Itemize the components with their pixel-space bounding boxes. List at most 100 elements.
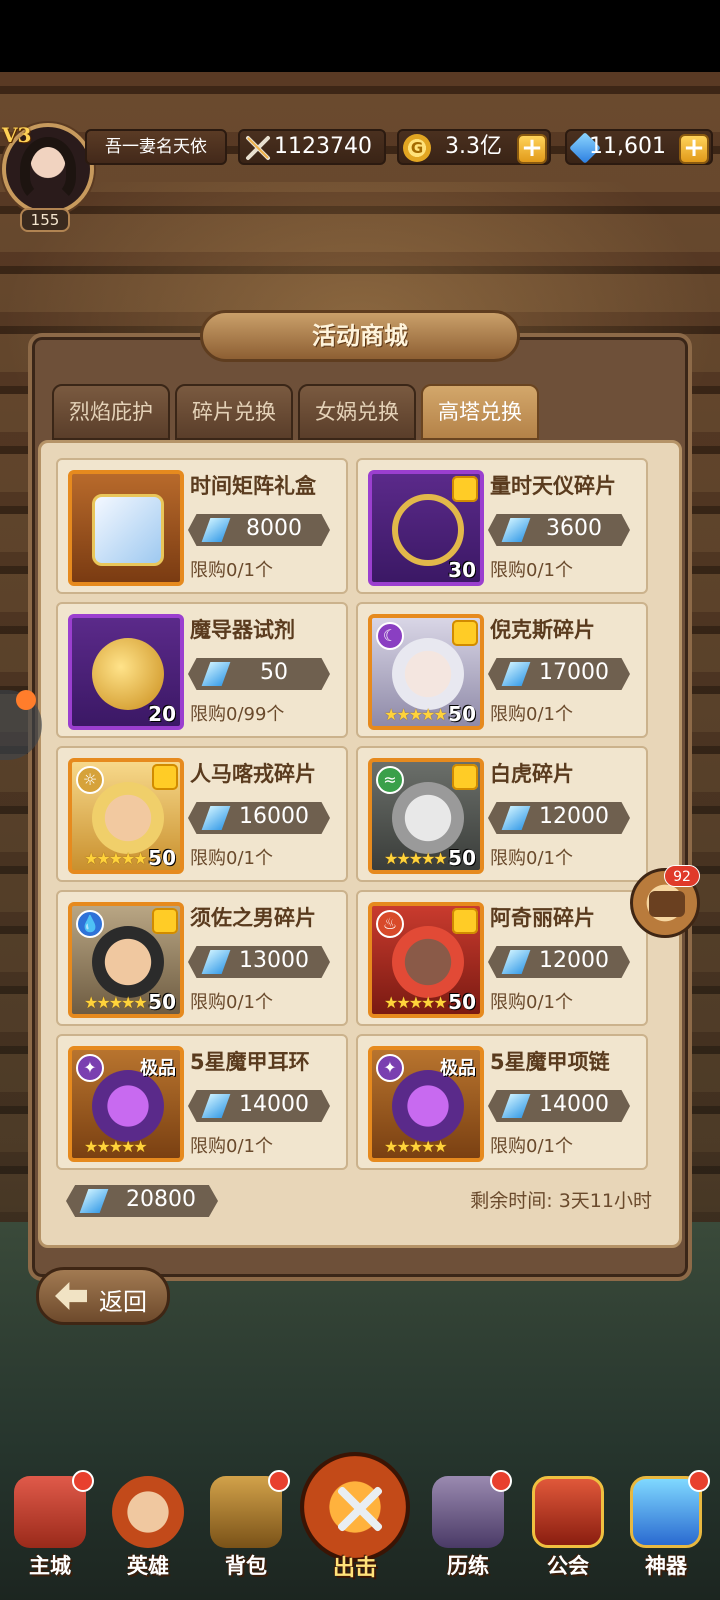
nav-artifact[interactable]: 神器 <box>620 1470 712 1588</box>
buy-price-button[interactable]: 14000 <box>488 1090 630 1122</box>
nav-label: 历练 <box>447 1554 489 1578</box>
sun-element-icon: ☼ <box>76 766 104 794</box>
chat-bubble-icon <box>649 891 685 917</box>
nav-label: 英雄 <box>127 1554 169 1578</box>
purchase-limit: 限购0/1个 <box>490 1136 573 1157</box>
list-item[interactable]: 时间矩阵礼盒 8000 限购0/1个 <box>56 458 348 594</box>
player-avatar-button[interactable]: V3 155 <box>0 123 98 232</box>
list-item[interactable]: 💧 ★★★★★ 50 须佐之男碎片 13000 限购0/1个 <box>56 890 348 1026</box>
fragment-icon <box>152 764 178 790</box>
list-item[interactable]: ☼ ★★★★★ 50 人马喀戎碎片 16000 限购0/1个 <box>56 746 348 882</box>
item-title: 5星魔甲项链 <box>490 1050 610 1074</box>
back-arrow-icon <box>55 1282 87 1310</box>
nav-attack-button[interactable]: 出击 <box>300 1452 410 1592</box>
item-quantity: 50 <box>148 846 176 870</box>
list-item[interactable]: ✦ 极品 ★★★★★ 5星魔甲耳环 14000 限购0/1个 <box>56 1034 348 1170</box>
notification-dot <box>72 1470 94 1492</box>
buy-price-button[interactable]: 12000 <box>488 802 630 834</box>
buy-price-button[interactable]: 12000 <box>488 946 630 978</box>
list-item[interactable]: 30 量时天仪碎片 3600 限购0/1个 <box>356 458 648 594</box>
fragment-icon <box>452 476 478 502</box>
add-gold-button[interactable]: + <box>517 134 547 164</box>
buy-price-button[interactable]: 13000 <box>188 946 330 978</box>
tab-nuwa-exchange[interactable]: 女娲兑换 <box>298 384 416 440</box>
item-thumbnail: ✦ 极品 ★★★★★ <box>368 1046 484 1162</box>
item-thumbnail: 20 <box>68 614 184 730</box>
item-thumbnail: 💧 ★★★★★ 50 <box>68 902 184 1018</box>
gold-coin-icon: G <box>403 134 431 162</box>
list-item[interactable]: 20 魔导器试剂 50 限购0/99个 <box>56 602 348 738</box>
currency-balance: 20800 <box>66 1185 218 1217</box>
list-item[interactable]: ✦ 极品 ★★★★★ 5星魔甲项链 14000 限购0/1个 <box>356 1034 648 1170</box>
tab-fragment-exchange[interactable]: 碎片兑换 <box>175 384 293 440</box>
item-title: 人马喀戎碎片 <box>190 762 316 786</box>
buy-price-button[interactable]: 14000 <box>188 1090 330 1122</box>
buy-price-button[interactable]: 17000 <box>488 658 630 690</box>
item-title: 须佐之男碎片 <box>190 906 316 930</box>
hero-face-icon <box>112 1476 184 1548</box>
power-display: 1123740 <box>238 129 386 165</box>
nav-main-city[interactable]: 主城 <box>4 1470 96 1588</box>
item-title: 量时天仪碎片 <box>490 474 616 498</box>
purchase-limit: 限购0/1个 <box>490 848 573 869</box>
notification-dot <box>268 1470 290 1492</box>
nav-label: 神器 <box>645 1554 687 1578</box>
nav-label: 公会 <box>547 1554 589 1578</box>
list-item[interactable]: ☾ ★★★★★ 50 倪克斯碎片 17000 限购0/1个 <box>356 602 648 738</box>
player-level-badge: 155 <box>20 208 70 232</box>
hero-portrait-susanoo <box>92 926 164 998</box>
notification-dot <box>688 1470 710 1492</box>
star-rating: ★★★★★ <box>84 1137 148 1156</box>
arcane-element-icon: ✦ <box>376 1054 404 1082</box>
purchase-limit: 限购0/1个 <box>190 848 273 869</box>
hero-portrait-nyx <box>392 638 464 710</box>
item-thumbnail: ♨ ★★★★★ 50 <box>368 902 484 1018</box>
gem-display: 11,601 + <box>565 129 713 165</box>
water-element-icon: 💧 <box>76 910 104 938</box>
nav-heroes[interactable]: 英雄 <box>102 1476 194 1588</box>
balance-value: 20800 <box>126 1187 196 1212</box>
wind-element-icon: ≈ <box>376 766 404 794</box>
purchase-limit: 限购0/1个 <box>490 992 573 1013</box>
star-rating: ★★★★★ <box>384 849 448 868</box>
buy-price-button[interactable]: 50 <box>188 658 330 690</box>
fire-element-icon: ♨ <box>376 910 404 938</box>
tower-crystal-icon <box>201 1094 231 1118</box>
list-item[interactable]: ♨ ★★★★★ 50 阿奇丽碎片 12000 限购0/1个 <box>356 890 648 1026</box>
crossed-swords-icon <box>334 1484 384 1534</box>
tab-flame-shelter[interactable]: 烈焰庇护 <box>52 384 170 440</box>
hero-portrait-achilles <box>392 926 464 998</box>
item-title: 白虎碎片 <box>490 762 574 786</box>
item-thumbnail <box>68 470 184 586</box>
nav-trial[interactable]: 历练 <box>422 1470 514 1588</box>
nav-guild[interactable]: 公会 <box>522 1476 614 1588</box>
item-thumbnail: 30 <box>368 470 484 586</box>
item-price: 8000 <box>246 516 302 541</box>
nav-bag[interactable]: 背包 <box>200 1470 292 1588</box>
purchase-limit: 限购0/99个 <box>190 704 285 725</box>
tower-crystal-icon <box>501 518 531 542</box>
hero-portrait-white-tiger <box>392 782 464 854</box>
purchase-limit: 限购0/1个 <box>190 560 273 581</box>
gift-box-icon <box>92 494 164 566</box>
purchase-limit: 限购0/1个 <box>490 560 573 581</box>
tower-crystal-icon <box>201 518 231 542</box>
add-gem-button[interactable]: + <box>679 134 709 164</box>
vip-level: V3 <box>2 123 32 147</box>
list-item[interactable]: ≈ ★★★★★ 50 白虎碎片 12000 限购0/1个 <box>356 746 648 882</box>
item-list[interactable]: 时间矩阵礼盒 8000 限购0/1个 30 量时天仪碎片 3600 限购0/1个… <box>48 450 670 1172</box>
star-rating: ★★★★★ <box>384 993 448 1012</box>
chat-unread-badge: 92 <box>664 865 700 887</box>
back-button[interactable]: 返回 <box>36 1267 170 1325</box>
buy-price-button[interactable]: 16000 <box>188 802 330 834</box>
purchase-limit: 限购0/1个 <box>490 704 573 725</box>
notification-dot <box>490 1470 512 1492</box>
guild-shield-icon <box>532 1476 604 1548</box>
star-rating: ★★★★★ <box>84 993 148 1012</box>
buy-price-button[interactable]: 3600 <box>488 514 630 546</box>
tab-tower-exchange[interactable]: 高塔兑换 <box>421 384 539 440</box>
buy-price-button[interactable]: 8000 <box>188 514 330 546</box>
nav-label: 主城 <box>29 1554 71 1578</box>
item-price: 13000 <box>239 948 309 973</box>
item-title: 倪克斯碎片 <box>490 618 595 642</box>
